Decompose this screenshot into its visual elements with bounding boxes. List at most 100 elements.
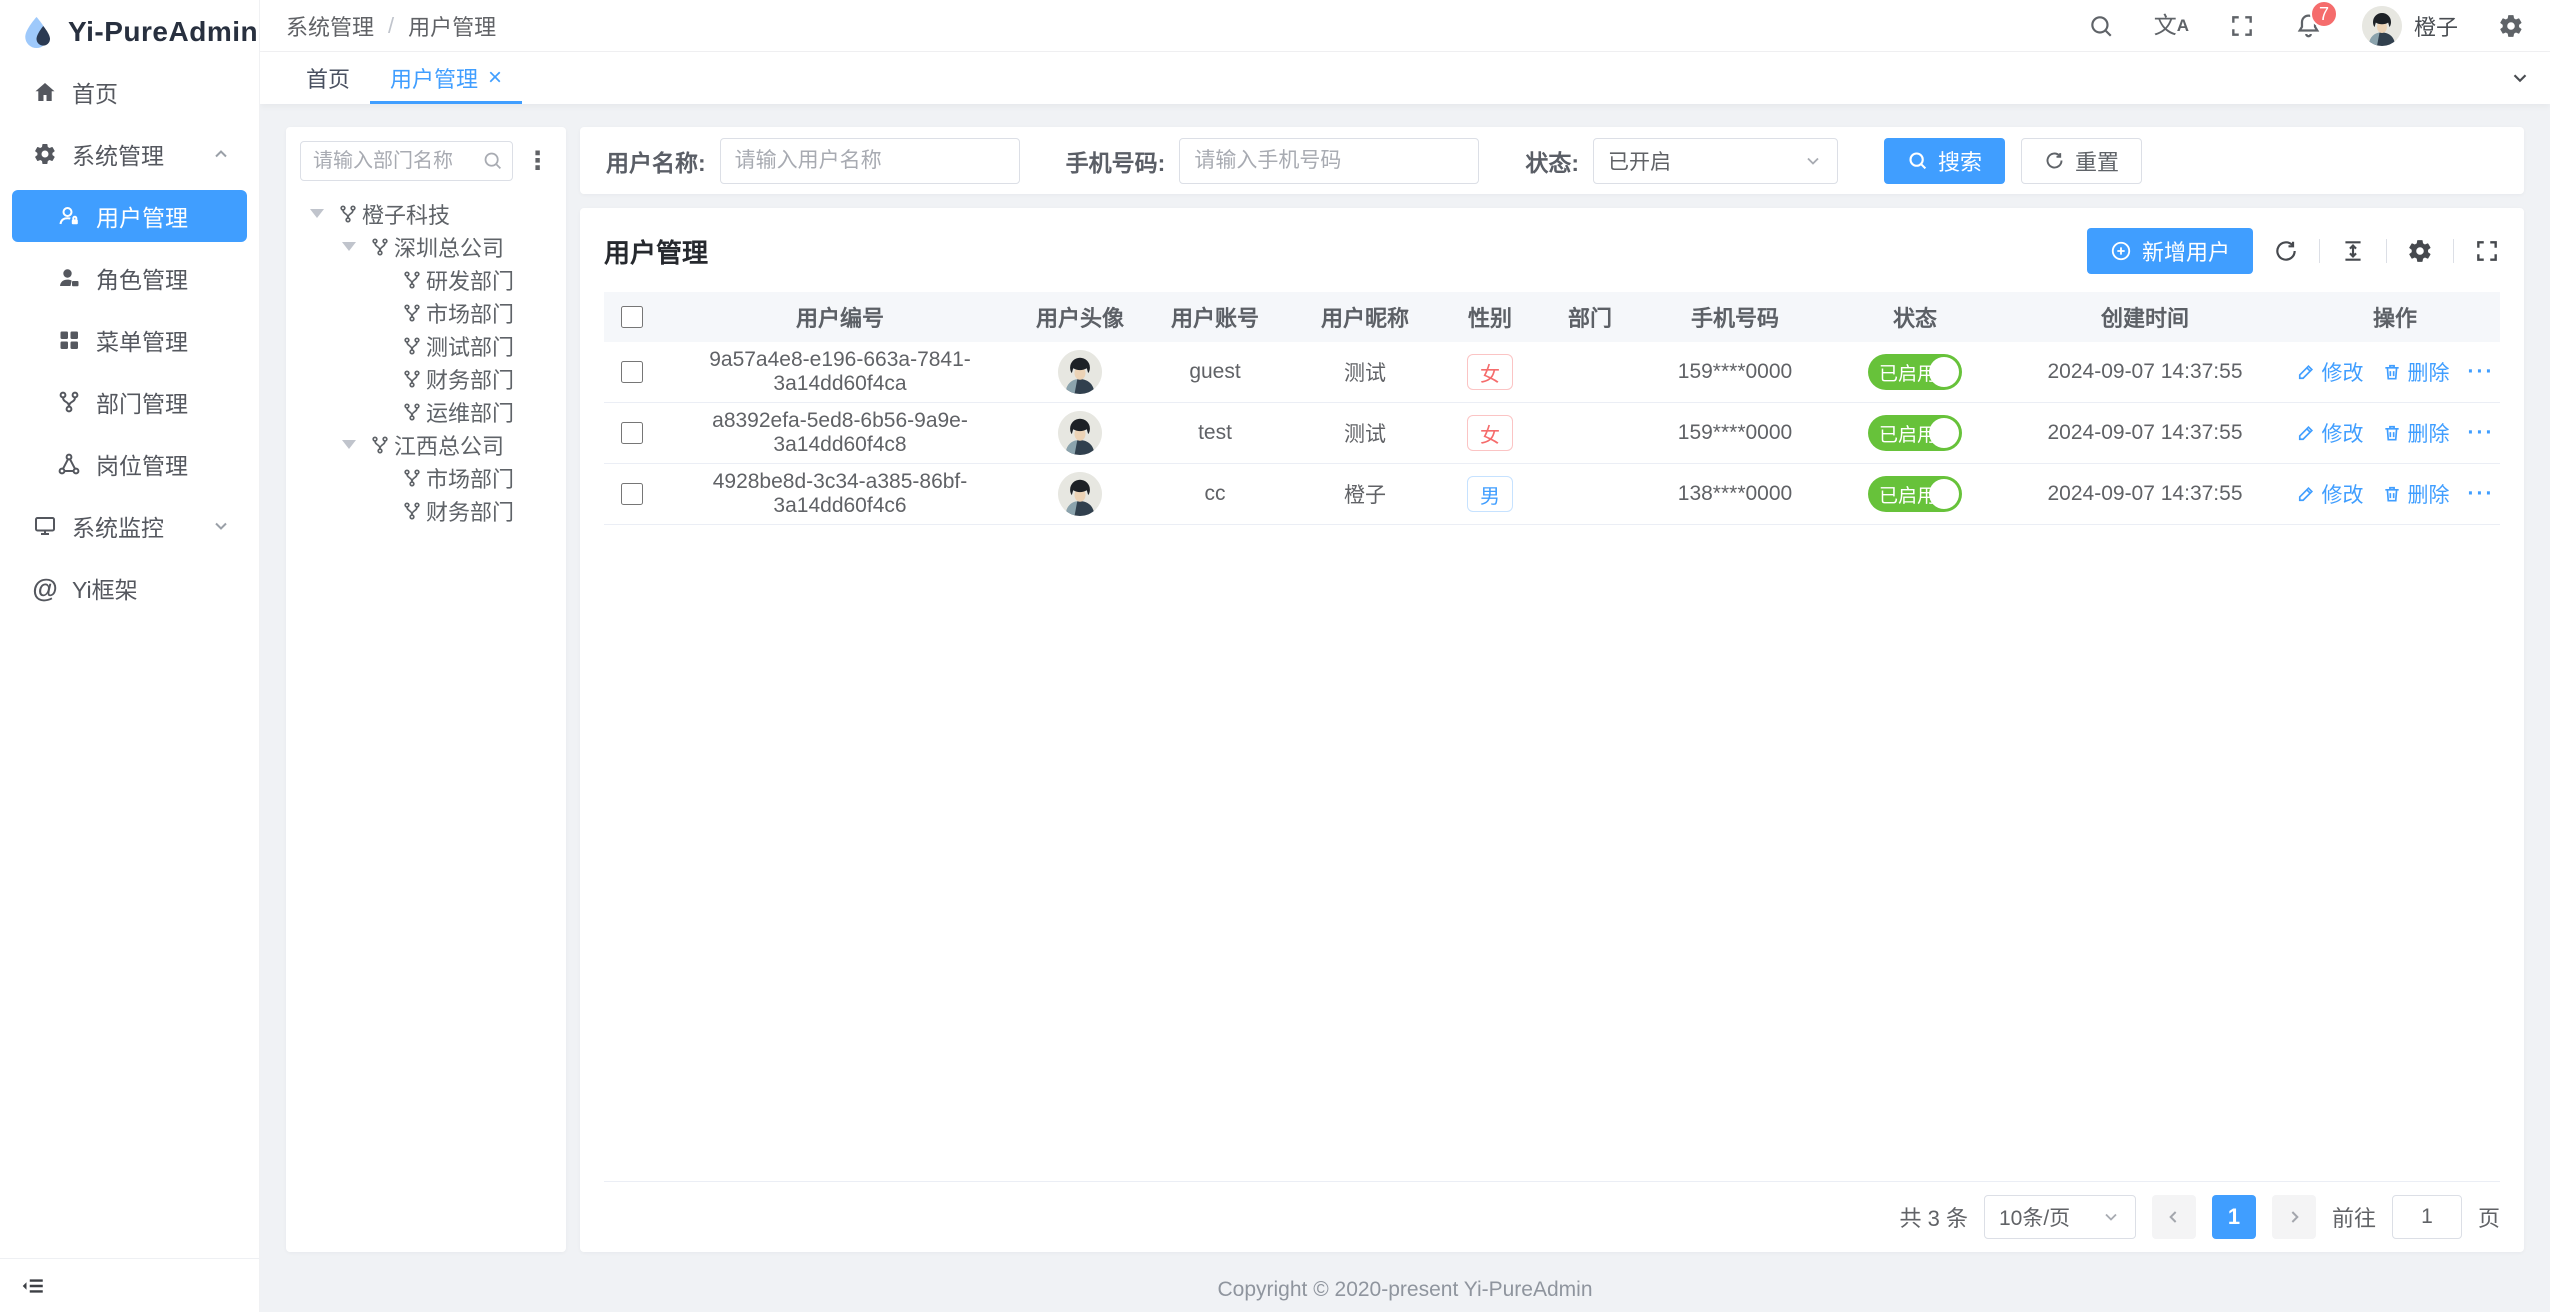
tree-node[interactable]: 运维部门 bbox=[300, 395, 552, 428]
add-user-button[interactable]: 新增用户 bbox=[2087, 228, 2253, 274]
select-all-checkbox[interactable] bbox=[621, 306, 643, 328]
column-header: 用户编号 bbox=[660, 301, 1020, 333]
tree-node-label: 江西总公司 bbox=[394, 429, 504, 461]
phone-filter-input[interactable] bbox=[1179, 138, 1479, 184]
tab-users[interactable]: 用户管理 × bbox=[370, 52, 522, 104]
goto-page-input[interactable] bbox=[2392, 1195, 2462, 1239]
sidebar-item-label: 首页 bbox=[72, 75, 118, 109]
translate-icon[interactable]: 文A bbox=[2154, 14, 2189, 37]
app-logo[interactable]: Yi-PureAdmin bbox=[0, 0, 259, 64]
phone-cell: 159****0000 bbox=[1640, 360, 1830, 384]
caret-down-icon[interactable] bbox=[342, 242, 370, 251]
sidebar-item-menus[interactable]: 菜单管理 bbox=[12, 314, 247, 366]
tags-bar: 首页 用户管理 × bbox=[260, 52, 2550, 104]
page-number-button[interactable]: 1 bbox=[2212, 1195, 2256, 1239]
edit-button[interactable]: 修改 bbox=[2296, 357, 2364, 387]
chevron-down-icon bbox=[211, 516, 231, 536]
next-page-button[interactable] bbox=[2272, 1195, 2316, 1239]
breadcrumb-item[interactable]: 系统管理 bbox=[286, 10, 374, 42]
branch-icon bbox=[402, 369, 422, 389]
refresh-icon bbox=[2044, 150, 2065, 171]
user-menu[interactable]: 橙子 bbox=[2362, 6, 2458, 46]
status-toggle[interactable]: 已启用 bbox=[1868, 415, 1962, 451]
department-tree: 橙子科技 深圳总公司 研发部门 市场部门 测试部门 bbox=[300, 197, 552, 527]
tab-home[interactable]: 首页 bbox=[286, 52, 370, 104]
tree-node[interactable]: 市场部门 bbox=[300, 296, 552, 329]
prev-page-button[interactable] bbox=[2152, 1195, 2196, 1239]
page-content: ⋮ 橙子科技 深圳总公司 研发部门 bbox=[260, 104, 2550, 1268]
tree-node[interactable]: 橙子科技 bbox=[300, 197, 552, 230]
top-navbar: 系统管理 / 用户管理 文A 7 橙子 bbox=[260, 0, 2550, 52]
column-header: 用户头像 bbox=[1020, 301, 1140, 333]
edit-button[interactable]: 修改 bbox=[2296, 418, 2364, 448]
more-actions-button[interactable]: ··· bbox=[2468, 482, 2495, 506]
tree-node[interactable]: 市场部门 bbox=[300, 461, 552, 494]
bell-icon[interactable]: 7 bbox=[2295, 12, 2322, 39]
delete-button[interactable]: 删除 bbox=[2382, 357, 2450, 387]
caret-down-icon[interactable] bbox=[310, 209, 338, 218]
fullscreen-icon[interactable] bbox=[2474, 238, 2500, 264]
sidebar-item-framework[interactable]: @ Yi框架 bbox=[12, 562, 247, 614]
search-icon[interactable] bbox=[2088, 13, 2114, 39]
notification-badge: 7 bbox=[2310, 0, 2338, 28]
status-select[interactable]: 已开启 bbox=[1593, 138, 1838, 184]
page-size-select[interactable]: 10条/页 bbox=[1984, 1195, 2136, 1239]
status-toggle[interactable]: 已启用 bbox=[1868, 476, 1962, 512]
more-actions-button[interactable]: ··· bbox=[2468, 421, 2495, 445]
tree-search-row: ⋮ bbox=[300, 141, 552, 181]
search-button[interactable]: 搜索 bbox=[1884, 138, 2005, 184]
tree-node[interactable]: 深圳总公司 bbox=[300, 230, 552, 263]
table-header-row: 用户编号 用户头像 用户账号 用户昵称 性别 部门 手机号码 状态 创建时间 操… bbox=[604, 292, 2500, 342]
breadcrumb-separator: / bbox=[388, 13, 394, 39]
edit-button[interactable]: 修改 bbox=[2296, 479, 2364, 509]
close-icon[interactable]: × bbox=[488, 66, 502, 90]
sidebar-item-roles[interactable]: 角色管理 bbox=[12, 252, 247, 304]
reset-button[interactable]: 重置 bbox=[2021, 138, 2142, 184]
column-settings-icon[interactable] bbox=[2407, 238, 2433, 264]
copyright-text: Copyright © 2020-present Yi-PureAdmin bbox=[1218, 1278, 1593, 1302]
user-id-cell: 4928be8d-3c34-a385-86bf-3a14dd60f4c6 bbox=[660, 470, 1020, 518]
row-checkbox[interactable] bbox=[621, 422, 643, 444]
column-header: 用户昵称 bbox=[1290, 301, 1440, 333]
nickname-cell: 测试 bbox=[1290, 418, 1440, 448]
sidebar-item-label: 菜单管理 bbox=[96, 323, 188, 357]
settings-gear-icon[interactable] bbox=[2498, 13, 2524, 39]
main-area: 系统管理 / 用户管理 文A 7 橙子 bbox=[260, 0, 2550, 1312]
tree-node-label: 市场部门 bbox=[426, 462, 514, 494]
menu-fold-icon[interactable] bbox=[20, 1273, 46, 1299]
user-id-cell: 9a57a4e8-e196-663a-7841-3a14dd60f4ca bbox=[660, 348, 1020, 396]
sidebar-item-users[interactable]: 用户管理 bbox=[12, 190, 247, 242]
sidebar-item-monitor[interactable]: 系统监控 bbox=[12, 500, 247, 552]
sidebar-item-label: 用户管理 bbox=[96, 199, 188, 233]
row-checkbox[interactable] bbox=[621, 483, 643, 505]
sidebar-item-label: 系统监控 bbox=[72, 509, 164, 543]
sidebar-item-system[interactable]: 系统管理 bbox=[12, 128, 247, 180]
sidebar-item-posts[interactable]: 岗位管理 bbox=[12, 438, 247, 490]
logo-drop-icon bbox=[20, 14, 56, 50]
more-actions-button[interactable]: ··· bbox=[2468, 360, 2495, 384]
tree-node[interactable]: 江西总公司 bbox=[300, 428, 552, 461]
row-checkbox[interactable] bbox=[621, 361, 643, 383]
delete-button[interactable]: 删除 bbox=[2382, 479, 2450, 509]
tree-node[interactable]: 财务部门 bbox=[300, 362, 552, 395]
fullscreen-icon[interactable] bbox=[2229, 13, 2255, 39]
username-filter-input[interactable] bbox=[720, 138, 1020, 184]
sidebar-item-departments[interactable]: 部门管理 bbox=[12, 376, 247, 428]
status-toggle[interactable]: 已启用 bbox=[1868, 354, 1962, 390]
density-icon[interactable] bbox=[2340, 238, 2366, 264]
username: 橙子 bbox=[2414, 10, 2458, 42]
sidebar-item-label: 岗位管理 bbox=[96, 447, 188, 481]
tabs-menu-chevron[interactable] bbox=[2490, 52, 2550, 104]
branch-icon bbox=[402, 336, 422, 356]
more-vertical-icon[interactable]: ⋮ bbox=[523, 149, 552, 174]
sidebar-item-home[interactable]: 首页 bbox=[12, 66, 247, 118]
tree-node[interactable]: 研发部门 bbox=[300, 263, 552, 296]
tree-node[interactable]: 测试部门 bbox=[300, 329, 552, 362]
delete-button[interactable]: 删除 bbox=[2382, 418, 2450, 448]
tree-node[interactable]: 财务部门 bbox=[300, 494, 552, 527]
avatar bbox=[1058, 411, 1102, 455]
phone-cell: 138****0000 bbox=[1640, 482, 1830, 506]
divider bbox=[2453, 239, 2454, 263]
refresh-icon[interactable] bbox=[2273, 238, 2299, 264]
caret-down-icon[interactable] bbox=[342, 440, 370, 449]
